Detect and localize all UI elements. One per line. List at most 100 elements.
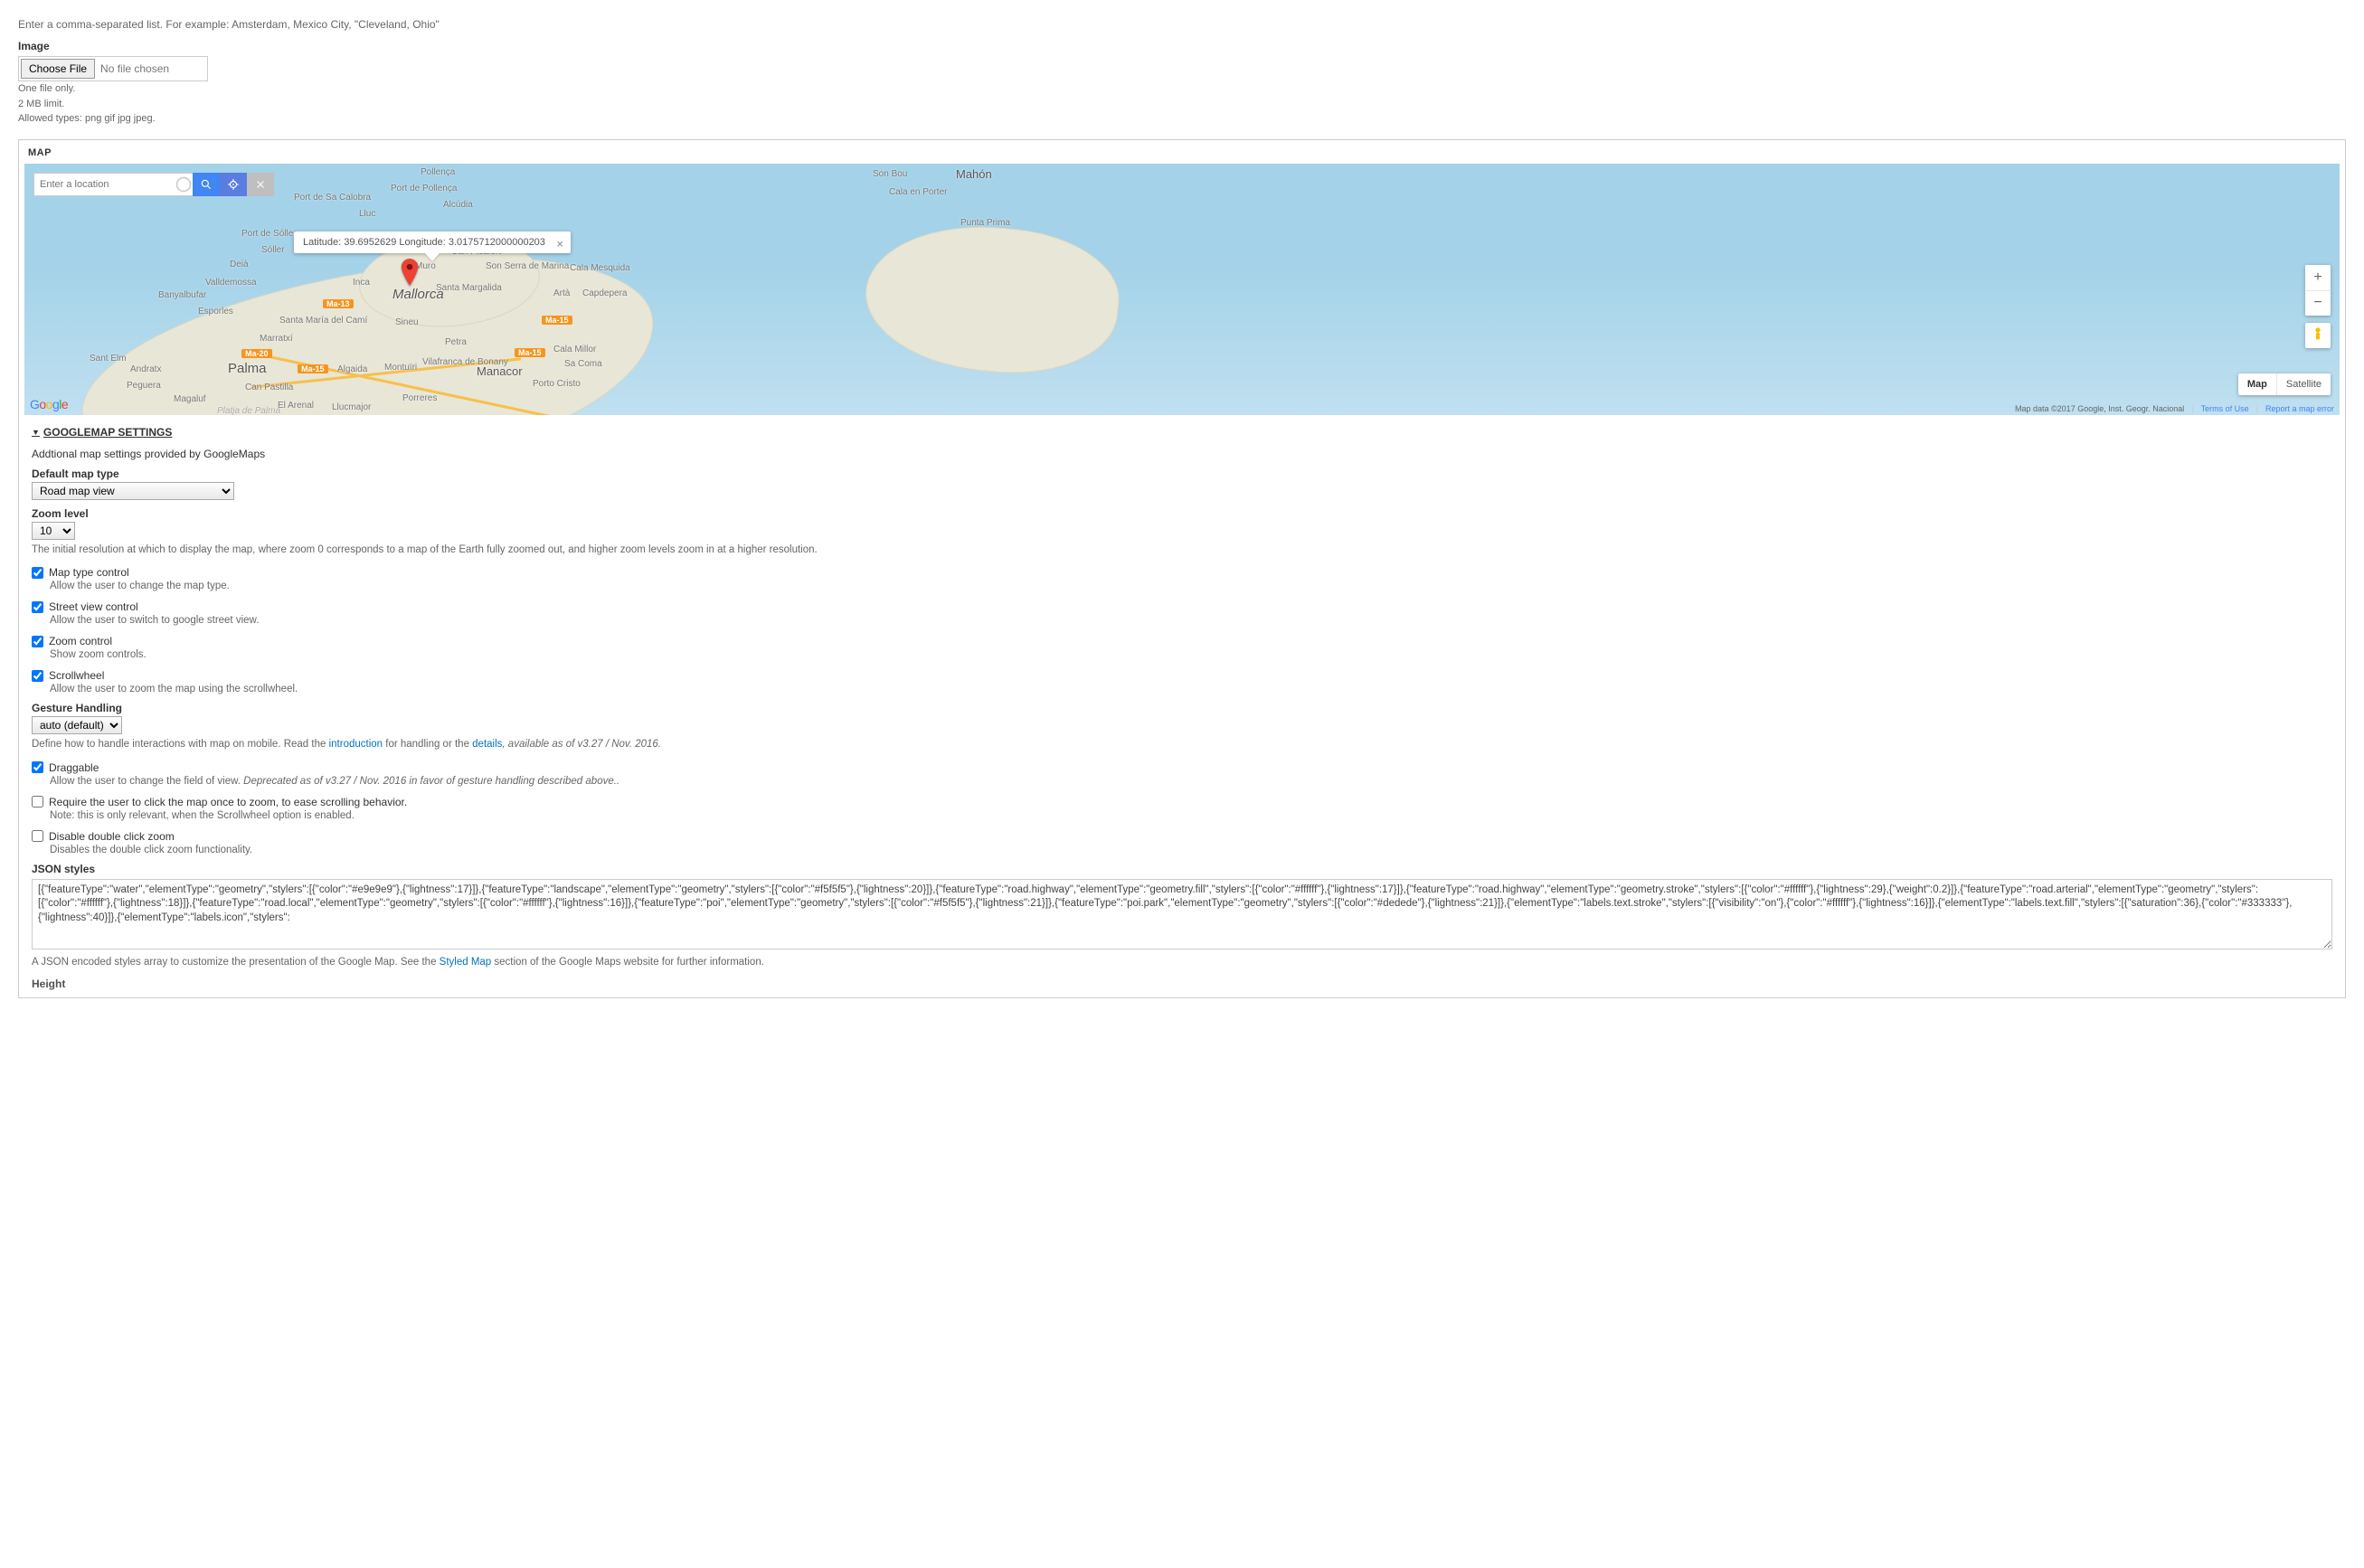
report-error-link[interactable]: Report a map error [2265, 404, 2334, 413]
scrollwheel-checkbox[interactable] [32, 670, 43, 682]
map-infowindow: Latitude: 39.6952629 Longitude: 3.017571… [294, 231, 571, 253]
zoom-control: + − [2305, 265, 2331, 316]
map-landmass [858, 213, 1125, 383]
require-click-label: Require the user to click the map once t… [49, 796, 407, 808]
road-badge: Ma-15 [515, 348, 545, 357]
require-click-checkbox[interactable] [32, 796, 43, 808]
map-place-label: Valldemossa [205, 278, 257, 288]
gesture-details-link[interactable]: details [472, 739, 502, 750]
image-file-notes: One file only. 2 MB limit. Allowed types… [18, 81, 2346, 127]
close-icon [254, 178, 267, 191]
json-styles-help: A JSON encoded styles array to customize… [32, 955, 2332, 970]
scrollwheel-help: Allow the user to zoom the map using the… [50, 684, 2332, 694]
streetview-pegman[interactable] [2305, 323, 2331, 348]
map-attribution: Map data ©2017 Google, Inst. Geogr. Naci… [2015, 404, 2334, 413]
map-place-label: Sóller [261, 245, 285, 255]
draggable-help: Allow the user to change the field of vi… [50, 776, 2332, 787]
map-place-label: Port de Sóller [241, 229, 297, 239]
map-type-control-checkbox[interactable] [32, 567, 43, 579]
map-place-label: Son Bou [873, 169, 907, 179]
height-label: Height [32, 978, 2332, 990]
map-canvas[interactable]: Ma-13 Ma-20 Ma-15 Ma-15 Ma-15 Pollença A… [24, 164, 2340, 415]
search-button[interactable] [193, 173, 220, 196]
map-type-control-label: Map type control [49, 566, 129, 579]
file-chosen-status: No file chosen [100, 62, 169, 75]
gesture-handling-select[interactable]: auto (default) [32, 716, 122, 734]
street-view-control-checkbox[interactable] [32, 601, 43, 613]
googlemap-settings-summary[interactable]: GOOGLEMAP SETTINGS [32, 424, 2332, 440]
map-place-label: Petra [445, 337, 467, 347]
map-panel: MAP Ma-13 Ma-20 Ma-15 Ma-15 Ma-15 Pollen… [18, 139, 2346, 998]
map-place-label: El Arenal [278, 401, 314, 411]
map-place-label: Llucmajor [332, 402, 371, 412]
file-note-line: Allowed types: png gif jpg jpeg. [18, 111, 2346, 127]
map-place-label: Montuïri [384, 363, 417, 373]
road-badge: Ma-20 [241, 349, 272, 358]
map-place-label: Santa María del Camí [279, 316, 367, 326]
file-note-line: 2 MB limit. [18, 97, 2346, 112]
map-place-label: Platja de Palma [217, 406, 280, 415]
require-click-help: Note: this is only relevant, when the Sc… [50, 810, 2332, 821]
zoom-control-checkbox[interactable] [32, 636, 43, 647]
map-place-label: Punta Prima [960, 218, 1010, 228]
google-logo: Google [30, 397, 68, 411]
locate-button[interactable] [220, 173, 247, 196]
scrollwheel-label: Scrollwheel [49, 669, 104, 682]
map-marker-icon[interactable] [401, 259, 419, 286]
pegman-icon [2311, 326, 2325, 345]
settings-description: Addtional map settings provided by Googl… [32, 448, 2332, 460]
disable-dblclick-checkbox[interactable] [32, 830, 43, 842]
terms-link[interactable]: Terms of Use [2201, 404, 2249, 413]
zoom-in-button[interactable]: + [2305, 265, 2331, 290]
road-badge: Ma-15 [298, 364, 328, 373]
zoom-control-help: Show zoom controls. [50, 649, 2332, 660]
search-clear-icon[interactable] [175, 173, 193, 196]
map-place-label: Magaluf [174, 394, 206, 404]
map-place-label: Cala Millor [553, 345, 596, 354]
infowindow-text: Latitude: 39.6952629 Longitude: 3.017571… [303, 237, 545, 248]
road-badge: Ma-13 [323, 299, 354, 308]
draggable-checkbox[interactable] [32, 761, 43, 773]
map-place-label: Lluc [359, 209, 375, 219]
map-place-label: Inca [353, 278, 370, 288]
search-icon [200, 178, 213, 191]
draggable-label: Draggable [49, 761, 99, 774]
map-place-label: Palma [228, 361, 267, 376]
map-search-cluster [33, 173, 274, 196]
infowindow-close-icon[interactable]: × [556, 237, 563, 250]
map-place-label: Mallorca [392, 287, 444, 302]
map-place-label: Porto Cristo [533, 379, 581, 389]
zoom-level-help: The initial resolution at which to displ… [32, 543, 2332, 558]
map-type-satellite[interactable]: Satellite [2276, 373, 2331, 395]
clear-button[interactable] [247, 173, 274, 196]
choose-file-button[interactable]: Choose File [21, 59, 95, 79]
map-place-label: Manacor [477, 364, 523, 378]
zoom-level-select[interactable]: 10 [32, 522, 75, 540]
disable-dblclick-label: Disable double click zoom [49, 830, 175, 843]
street-view-control-label: Street view control [49, 600, 138, 613]
map-place-label: Port de Sa Calobra [294, 193, 371, 203]
styled-map-link[interactable]: Styled Map [440, 957, 492, 968]
road-badge: Ma-15 [542, 316, 572, 325]
crosshair-icon [227, 178, 240, 191]
map-type-map[interactable]: Map [2238, 373, 2276, 395]
map-panel-title: MAP [19, 140, 2345, 164]
googlemap-settings-details[interactable]: GOOGLEMAP SETTINGS Addtional map setting… [32, 424, 2332, 990]
location-search-input[interactable] [33, 173, 175, 196]
gesture-handling-help: Define how to handle interactions with m… [32, 737, 2332, 752]
map-place-label: Cala Mesquida [570, 263, 630, 273]
map-place-label: Capdepera [582, 288, 627, 298]
map-place-label: Deià [230, 260, 249, 269]
gesture-introduction-link[interactable]: introduction [329, 739, 383, 750]
field-hint-previous: Enter a comma-separated list. For exampl… [18, 18, 2346, 31]
zoom-out-button[interactable]: − [2305, 290, 2331, 316]
default-map-type-label: Default map type [32, 468, 2332, 480]
json-styles-textarea[interactable] [32, 879, 2332, 949]
disable-dblclick-help: Disables the double click zoom functiona… [50, 845, 2332, 855]
map-place-label: Algaida [337, 364, 367, 374]
map-copyright: Map data ©2017 Google, Inst. Geogr. Naci… [2015, 404, 2184, 413]
map-place-label: Esporles [198, 307, 233, 316]
default-map-type-select[interactable]: Road map view [32, 482, 234, 500]
json-styles-label: JSON styles [32, 863, 2332, 875]
zoom-control-label: Zoom control [49, 635, 112, 647]
